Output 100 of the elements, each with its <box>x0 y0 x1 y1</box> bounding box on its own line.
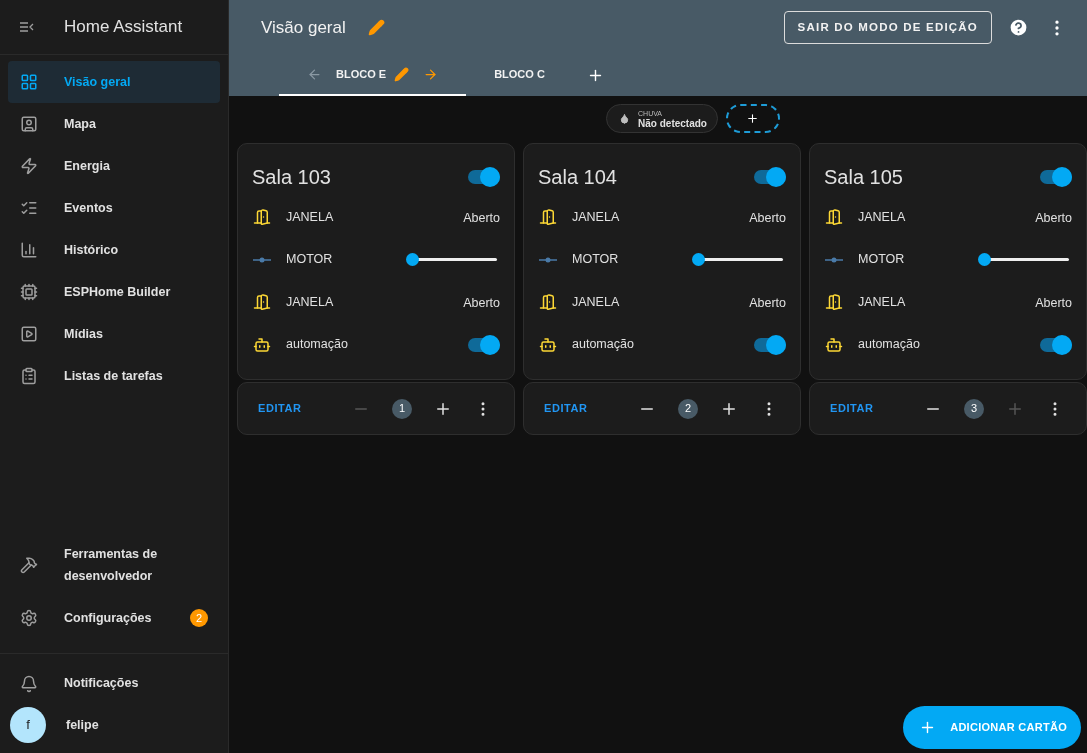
entity-name: JANELA <box>286 208 335 226</box>
sidebar-label: Listas de tarefas <box>64 368 164 385</box>
door-icon <box>825 293 843 312</box>
sidebar-label: ESPHome Builder <box>64 284 172 301</box>
sidebar-label: Energia <box>64 158 111 175</box>
robot-icon <box>825 335 843 354</box>
plus-icon <box>746 112 760 125</box>
card-title: Sala 104 <box>538 165 617 190</box>
edit-button[interactable]: EDITAR <box>830 400 874 417</box>
sidebar-item[interactable]: Configurações 2 <box>8 597 220 640</box>
slider-thumb[interactable] <box>692 253 705 267</box>
door-icon <box>825 208 843 227</box>
play-icon <box>20 325 38 343</box>
sidebar-item[interactable]: ESPHome Builder <box>8 271 220 313</box>
sidebar-label: Histórico <box>64 242 120 259</box>
bar-chart-icon <box>20 241 38 259</box>
sidebar-item[interactable]: Listas de tarefas <box>8 355 220 397</box>
sidebar-label: Mapa <box>64 116 97 133</box>
sidebar-item[interactable]: Mídias <box>8 313 220 355</box>
state-text: Aberto <box>1035 296 1072 311</box>
badge-value: Não detectado <box>638 118 707 129</box>
sidebar-item[interactable]: Ferramentas de desenvolvedor <box>8 533 220 598</box>
toggle-switch[interactable] <box>754 170 786 184</box>
sidebar-item[interactable]: Eventos <box>8 187 220 229</box>
sidebar-label: Configurações <box>64 610 153 628</box>
toggle-switch[interactable] <box>754 337 786 352</box>
entity-name: JANELA <box>572 293 621 311</box>
door-icon <box>539 293 557 312</box>
entity-name: automação <box>572 336 635 354</box>
chip-icon <box>20 283 38 301</box>
card-title: Sala 105 <box>824 165 903 190</box>
entity-name: automação <box>286 336 349 354</box>
dashboard-icon <box>20 73 38 91</box>
entity-name: MOTOR <box>572 251 620 269</box>
person-card-icon <box>20 115 38 133</box>
list-icon <box>20 199 38 217</box>
position-badge: 2 <box>678 398 698 419</box>
slider-icon <box>539 256 557 263</box>
toggle-switch[interactable] <box>1040 170 1072 184</box>
view-tab[interactable]: BLOCO E <box>279 55 467 96</box>
state-text: Aberto <box>463 211 500 226</box>
state-text: Aberto <box>463 296 500 311</box>
slider-icon <box>253 256 271 263</box>
user-name: felipe <box>66 716 99 734</box>
sidebar-label: Notificações <box>64 675 139 693</box>
state-text: Aberto <box>1035 211 1072 226</box>
sidebar-label: Mídias <box>64 326 104 343</box>
slider-thumb[interactable] <box>406 253 419 267</box>
notifications-item[interactable]: Notificações <box>8 664 220 703</box>
entity-name: MOTOR <box>286 251 334 269</box>
state-text: Aberto <box>749 211 786 226</box>
card-title: Sala 103 <box>252 165 331 190</box>
exit-edit-button[interactable]: SAIR DO MODO DE EDIÇÃO <box>783 10 992 45</box>
toggle-switch[interactable] <box>468 337 500 352</box>
move-right-icon[interactable] <box>423 67 439 82</box>
sidebar-item[interactable]: Visão geral <box>8 61 220 103</box>
menu-icon[interactable] <box>20 21 34 33</box>
tab-label: BLOCO C <box>494 67 545 83</box>
user-item[interactable]: f felipe <box>8 703 220 747</box>
position-badge: 3 <box>964 398 984 419</box>
pencil-icon[interactable] <box>367 19 385 36</box>
settings-icon <box>20 609 38 628</box>
sidebar-label: Visão geral <box>64 74 132 91</box>
door-icon <box>253 293 271 312</box>
robot-icon <box>253 335 271 354</box>
bell-icon <box>20 674 38 693</box>
entity-name: JANELA <box>572 208 621 226</box>
sidebar-item[interactable]: Energia <box>8 145 220 187</box>
slider-icon <box>825 256 843 263</box>
add-badge-button[interactable] <box>725 104 780 133</box>
slider-thumb[interactable] <box>978 253 991 267</box>
entity-name: MOTOR <box>858 251 906 269</box>
sidebar-label: Eventos <box>64 200 114 217</box>
edit-button[interactable]: EDITAR <box>258 400 302 417</box>
page-title: Visão geral <box>261 16 346 39</box>
sidebar-label: Ferramentas de desenvolvedor <box>64 546 159 586</box>
position-badge: 1 <box>392 398 412 419</box>
user-avatar: f <box>10 707 46 743</box>
view-tab[interactable]: BLOCO C <box>466 55 573 96</box>
lightning-icon <box>20 157 38 175</box>
pencil-icon[interactable] <box>394 67 410 82</box>
entity-name: automação <box>858 336 921 354</box>
state-text: Aberto <box>749 296 786 311</box>
notification-badge: 2 <box>190 609 208 628</box>
app-title: Home Assistant <box>64 16 183 39</box>
edit-button[interactable]: EDITAR <box>544 400 588 417</box>
help-icon[interactable] <box>1008 17 1029 38</box>
entity-name: JANELA <box>858 293 907 311</box>
door-icon <box>253 208 271 227</box>
entity-name: JANELA <box>286 293 335 311</box>
robot-icon <box>539 335 557 354</box>
hammer-icon <box>20 556 38 575</box>
toggle-switch[interactable] <box>1040 337 1072 352</box>
entity-name: JANELA <box>858 208 907 226</box>
droplet-icon <box>619 113 631 124</box>
move-left-icon[interactable] <box>307 67 322 82</box>
clipboard-icon <box>20 367 38 385</box>
sidebar-item[interactable]: Mapa <box>8 103 220 145</box>
sidebar-item[interactable]: Histórico <box>8 229 220 271</box>
toggle-switch[interactable] <box>468 170 500 184</box>
